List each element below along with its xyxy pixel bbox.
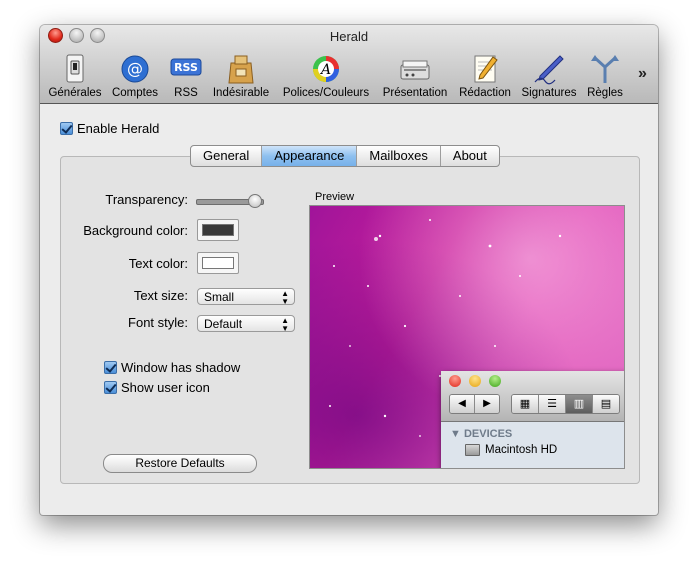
toolbar-item-regles[interactable]: Règles: [584, 53, 626, 99]
toolbar-item-indesirable[interactable]: Indésirable: [210, 53, 272, 99]
font-style-label: Font style:: [128, 315, 188, 330]
junk-bag-icon: [228, 55, 254, 84]
text-color-label: Text color:: [128, 256, 188, 271]
background-color-well[interactable]: [197, 219, 239, 241]
finder-nav-buttons: ◀ ▶: [449, 394, 500, 414]
title-bar: Herald Générales @ Comptes RSS RSS Indés…: [40, 25, 658, 104]
text-size-popup[interactable]: Small ▲ ▼: [197, 288, 295, 306]
text-size-value: Small: [204, 290, 235, 304]
toolbar-item-polices-couleurs[interactable]: A Polices/Couleurs: [280, 53, 372, 99]
finder-close-icon: [449, 375, 461, 387]
devices-section-header: ▼ DEVICES: [450, 428, 513, 440]
general-switch-icon: [66, 54, 84, 83]
finder-titlebar: ◀ ▶ ▦ ☰ ▥ ▤: [441, 371, 624, 422]
font-style-value: Default: [204, 317, 243, 331]
toolbar-label-redaction: Rédaction: [459, 87, 511, 99]
sidebar-item-macintosh-hd: Macintosh HD: [465, 444, 557, 456]
toolbar-label-polices-couleurs: Polices/Couleurs: [282, 87, 370, 99]
show-user-icon-label: Show user icon: [121, 380, 210, 395]
toolbar-label-generales: Générales: [48, 87, 102, 99]
finder-window-preview: ◀ ▶ ▦ ☰ ▥ ▤ ▼ DEVICES Macintosh HD: [441, 371, 624, 468]
tab-general[interactable]: General: [191, 146, 261, 166]
rss-icon: RSS: [170, 58, 202, 76]
window-shadow-label: Window has shadow: [121, 360, 241, 375]
enable-herald-label: Enable Herald: [77, 121, 160, 136]
text-size-label: Text size:: [133, 288, 188, 303]
list-view-icon: ☰: [538, 395, 565, 413]
show-user-icon-checkbox[interactable]: [104, 381, 117, 394]
presentation-icon: [400, 60, 430, 80]
toolbar-label-rss: RSS: [174, 87, 198, 99]
background-color-label: Background color:: [83, 223, 188, 238]
toolbar-label-indesirable: Indésirable: [212, 87, 270, 99]
finder-sidebar: ▼ DEVICES Macintosh HD: [441, 422, 624, 468]
forward-arrow-icon: ▶: [474, 395, 499, 413]
window-shadow-checkbox[interactable]: [104, 361, 117, 374]
at-sign-icon: @: [121, 55, 149, 83]
window-shadow-row[interactable]: Window has shadow: [104, 360, 240, 375]
finder-view-buttons: ▦ ☰ ▥ ▤: [511, 394, 620, 414]
text-color-well[interactable]: [197, 252, 239, 274]
toolbar-item-presentation[interactable]: Présentation: [379, 53, 451, 99]
toolbar-label-presentation: Présentation: [382, 87, 448, 99]
finder-zoom-icon: [489, 375, 501, 387]
toolbar-label-comptes: Comptes: [111, 87, 159, 99]
preview-label: Preview: [315, 191, 355, 203]
svg-text:@: @: [127, 59, 143, 78]
column-view-icon: ▥: [565, 395, 592, 413]
fonts-colors-icon: A: [313, 56, 339, 82]
transparency-label: Transparency:: [105, 192, 188, 207]
tab-mailboxes[interactable]: Mailboxes: [356, 146, 440, 166]
background-color-swatch: [202, 224, 234, 236]
toolbar-label-regles: Règles: [587, 87, 623, 99]
popup-arrows-icon: ▲ ▼: [281, 316, 289, 333]
preferences-window: Herald Générales @ Comptes RSS RSS Indés…: [40, 25, 658, 515]
tab-bar: General Appearance Mailboxes About: [190, 145, 500, 167]
coverflow-view-icon: ▤: [592, 395, 619, 413]
hard-drive-icon: [465, 444, 480, 456]
restore-defaults-button[interactable]: Restore Defaults: [103, 454, 257, 473]
transparency-slider-knob[interactable]: [247, 194, 262, 208]
toolbar-item-rss[interactable]: RSS RSS: [168, 53, 204, 99]
toolbar-item-signatures[interactable]: Signatures: [518, 53, 580, 99]
toolbar-item-comptes[interactable]: @ Comptes: [110, 53, 160, 99]
enable-herald-checkbox[interactable]: [60, 122, 73, 135]
font-style-popup[interactable]: Default ▲ ▼: [197, 315, 295, 333]
rules-arrows-icon: [591, 55, 619, 83]
enable-herald-row[interactable]: Enable Herald: [60, 121, 159, 136]
signature-pen-icon: [534, 55, 564, 85]
toolbar-item-generales[interactable]: Générales: [48, 53, 102, 99]
compose-pencil-icon: [474, 55, 498, 83]
window-title: Herald: [329, 29, 369, 44]
tab-about[interactable]: About: [439, 146, 499, 166]
toolbar-item-redaction[interactable]: Rédaction: [457, 53, 513, 99]
tab-appearance[interactable]: Appearance: [261, 146, 357, 166]
svg-text:RSS: RSS: [174, 61, 198, 74]
toolbar-overflow-button[interactable]: »: [638, 65, 647, 83]
text-color-swatch: [202, 257, 234, 269]
icon-view-icon: ▦: [512, 395, 538, 413]
device-name: Macintosh HD: [485, 444, 558, 456]
svg-text:A: A: [319, 62, 331, 78]
finder-minimize-icon: [469, 375, 481, 387]
popup-arrows-icon: ▲ ▼: [281, 289, 289, 306]
back-arrow-icon: ◀: [450, 395, 474, 413]
toolbar-label-signatures: Signatures: [521, 87, 577, 99]
show-user-icon-row[interactable]: Show user icon: [104, 380, 210, 395]
preview-pane: ◀ ▶ ▦ ☰ ▥ ▤ ▼ DEVICES Macintosh HD: [309, 205, 625, 469]
